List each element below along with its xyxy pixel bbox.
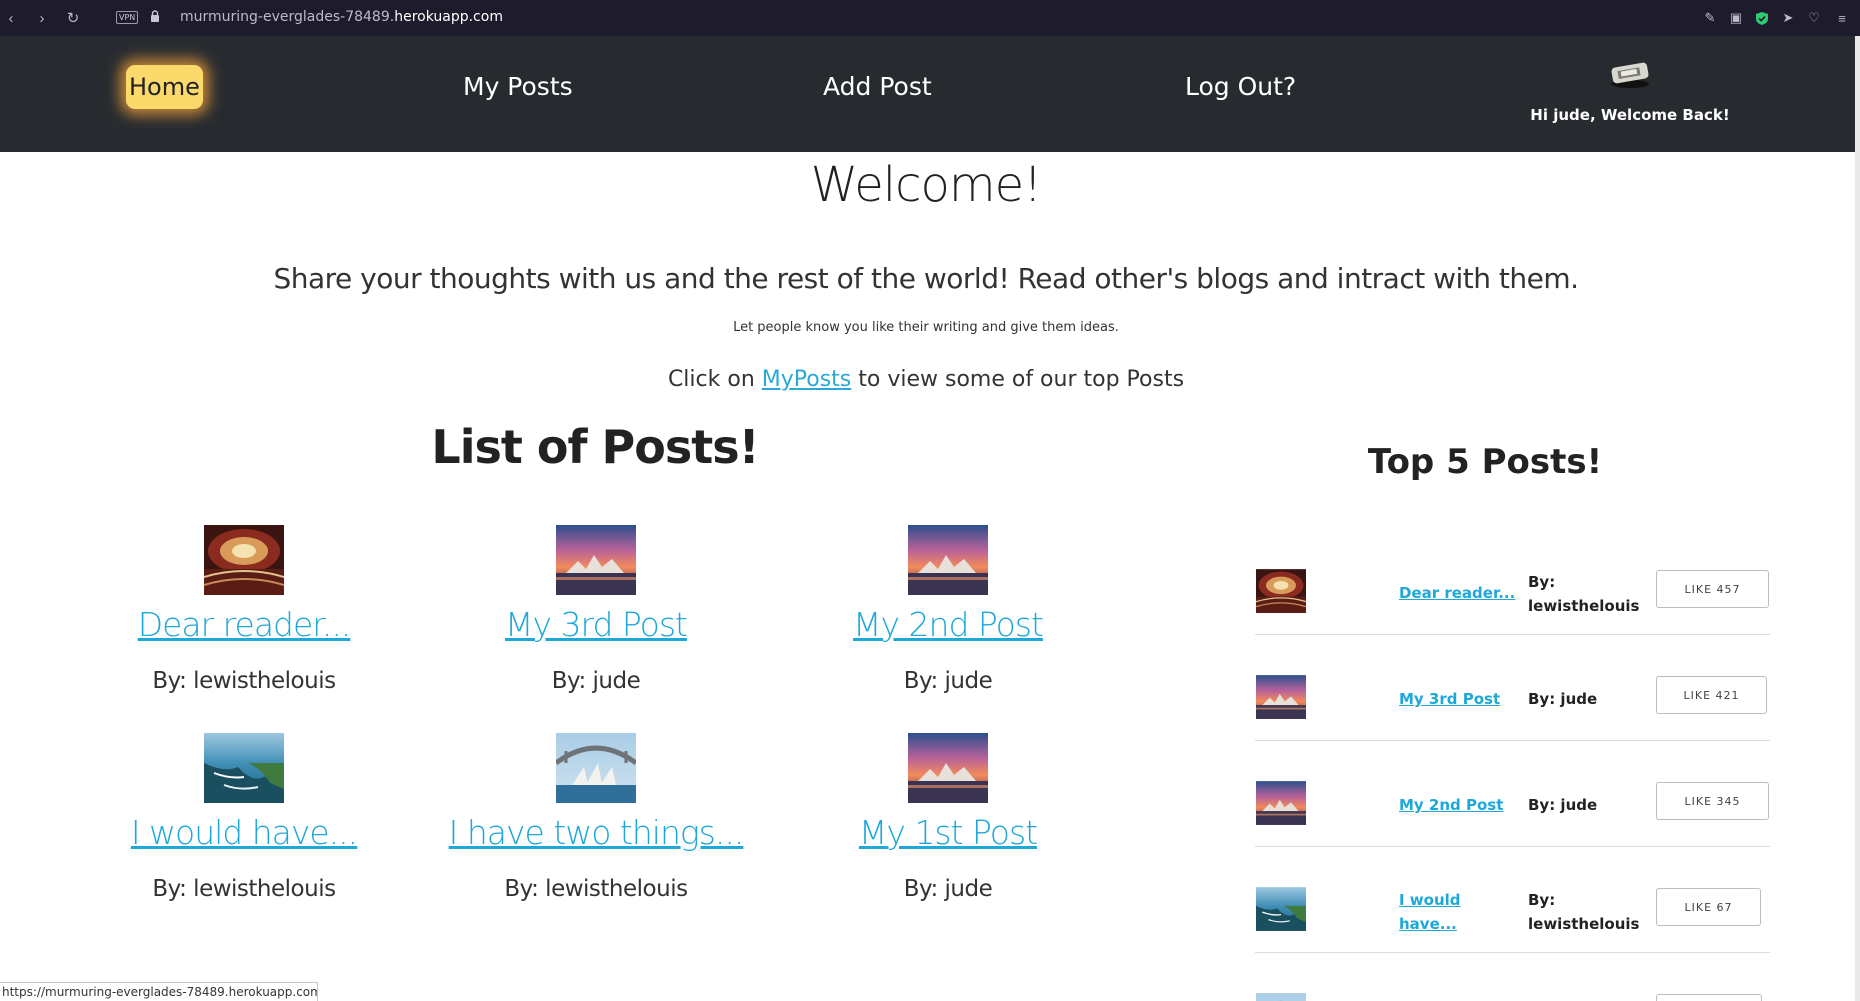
- url-prefix: murmuring-everglades-78489.: [180, 9, 395, 25]
- top-post-thumbnail-partial[interactable]: [1256, 990, 1306, 1001]
- browser-toolbar: ‹ › ↻ VPN murmuring-everglades-78489.her…: [0, 0, 1860, 36]
- post-title-link[interactable]: My 2nd Post: [772, 605, 1124, 644]
- shield-check-icon[interactable]: [1753, 9, 1771, 27]
- forward-icon[interactable]: ›: [32, 8, 52, 28]
- post-author: By: jude: [551, 668, 641, 694]
- post-author: By: lewisthelouis: [152, 668, 336, 694]
- post-card: My 1st Post By: jude: [772, 733, 1124, 902]
- edit-icon[interactable]: ✎: [1701, 9, 1719, 27]
- page-title: Welcome!: [810, 157, 1043, 213]
- list-of-posts-heading: List of Posts!: [431, 420, 759, 474]
- hint-prefix: Click on: [667, 367, 762, 392]
- post-author: By: lewisthelouis: [504, 876, 688, 902]
- post-thumbnail[interactable]: [556, 525, 636, 595]
- top-post-title-line: My 3rd Post: [1399, 690, 1501, 708]
- page-scrollbar[interactable]: [1855, 36, 1860, 1001]
- post-card: I would have... By: lewisthelouis: [68, 733, 420, 902]
- top-post-author: By: lewisthelouis: [1528, 570, 1639, 618]
- post-title-link[interactable]: Dear reader...: [68, 605, 420, 644]
- post-author: By: jude: [903, 668, 993, 694]
- post-author: By: lewisthelouis: [152, 876, 336, 902]
- post-card: I have two things... By: lewisthelouis: [420, 733, 772, 902]
- top-post-author: By: lewisthelouis: [1528, 888, 1639, 936]
- top-post-title-link[interactable]: My 2nd Post: [1399, 793, 1503, 817]
- top-post-row: My 2nd Post By: jude LIKE 345: [1255, 741, 1770, 847]
- hint-suffix: to view some of our top Posts: [851, 367, 1185, 392]
- send-icon[interactable]: ➤: [1779, 9, 1797, 27]
- like-button[interactable]: LIKE 457: [1656, 570, 1769, 608]
- top-posts-heading: Top 5 Posts!: [1367, 442, 1603, 482]
- intro-lead: Share your thoughts with us and the rest…: [273, 262, 1579, 295]
- nav-my-posts-link[interactable]: My Posts: [463, 72, 573, 101]
- top-post-thumbnail[interactable]: [1256, 884, 1306, 934]
- like-button-partial[interactable]: [1656, 994, 1762, 1001]
- heart-icon[interactable]: ♡: [1805, 9, 1823, 27]
- post-thumbnail[interactable]: [204, 733, 284, 803]
- myposts-hint: Click on MyPosts to view some of our top…: [0, 367, 1852, 392]
- like-button[interactable]: LIKE 67: [1656, 888, 1761, 926]
- lock-icon: [151, 10, 159, 22]
- post-thumbnail[interactable]: [204, 525, 284, 595]
- top-post-author-name: lewisthelouis: [1528, 915, 1640, 933]
- top-post-thumbnail[interactable]: [1256, 566, 1306, 616]
- post-title-link[interactable]: I would have...: [68, 813, 420, 852]
- top-post-thumbnail[interactable]: [1256, 778, 1306, 828]
- top-post-title-link[interactable]: My 3rd Post: [1399, 687, 1500, 711]
- post-card: My 2nd Post By: jude: [772, 525, 1124, 694]
- top-post-row: Dear reader... By: lewisthelouis LIKE 457: [1255, 529, 1770, 635]
- back-icon[interactable]: ‹: [1, 8, 21, 28]
- nav-logout-link[interactable]: Log Out?: [1185, 72, 1296, 101]
- post-author: By: jude: [903, 876, 993, 902]
- top-post-title-link[interactable]: Dear reader...: [1399, 581, 1515, 605]
- address-bar[interactable]: murmuring-everglades-78489.herokuapp.com: [180, 9, 503, 25]
- post-thumbnail[interactable]: [908, 733, 988, 803]
- top-post-title-link[interactable]: I would have...: [1399, 888, 1461, 936]
- post-thumbnail[interactable]: [908, 525, 988, 595]
- top-post-row: My 3rd Post By: jude LIKE 421: [1255, 635, 1770, 741]
- camera-icon[interactable]: ▣: [1727, 9, 1745, 27]
- top-post-title-line: have...: [1399, 915, 1457, 933]
- vpn-badge[interactable]: VPN: [116, 11, 139, 24]
- like-button[interactable]: LIKE 421: [1656, 676, 1767, 714]
- intro-note: Let people know you like their writing a…: [733, 320, 1119, 335]
- top-post-by-label: By:: [1528, 891, 1556, 909]
- top-post-thumbnail[interactable]: [1256, 672, 1306, 722]
- top-post-author: By: jude: [1528, 690, 1598, 708]
- status-bar-url: https://murmuring-everglades-78489.herok…: [0, 982, 318, 1001]
- post-title-link[interactable]: My 1st Post: [772, 813, 1124, 852]
- top-post-title-line: My 2nd Post: [1399, 796, 1504, 814]
- nav-home-link[interactable]: Home: [126, 65, 203, 109]
- profile-image: [1611, 62, 1649, 88]
- site-navbar: Home My Posts Add Post Log Out? Hi jude,…: [0, 36, 1860, 152]
- top-post-title-line: I would: [1399, 891, 1461, 909]
- top-post-title-line: Dear reader...: [1399, 584, 1516, 602]
- welcome-greeting: Hi jude, Welcome Back!: [1530, 106, 1730, 124]
- top-post-by-label: By:: [1528, 573, 1556, 591]
- post-title-link[interactable]: My 3rd Post: [420, 605, 772, 644]
- url-domain: herokuapp.com: [394, 9, 503, 25]
- reload-icon[interactable]: ↻: [63, 8, 83, 28]
- top-post-row: I would have... By: lewisthelouis LIKE 67: [1255, 847, 1770, 953]
- post-thumbnail[interactable]: [556, 733, 636, 803]
- post-card: Dear reader... By: lewisthelouis: [68, 525, 420, 694]
- menu-icon[interactable]: ≡: [1833, 9, 1851, 27]
- myposts-link[interactable]: MyPosts: [762, 367, 852, 392]
- top-post-author-name: lewisthelouis: [1528, 597, 1640, 615]
- top-post-author: By: jude: [1528, 796, 1598, 814]
- post-card: My 3rd Post By: jude: [420, 525, 772, 694]
- nav-add-post-link[interactable]: Add Post: [823, 72, 932, 101]
- post-title-link[interactable]: I have two things...: [420, 813, 772, 852]
- like-button[interactable]: LIKE 345: [1656, 782, 1769, 820]
